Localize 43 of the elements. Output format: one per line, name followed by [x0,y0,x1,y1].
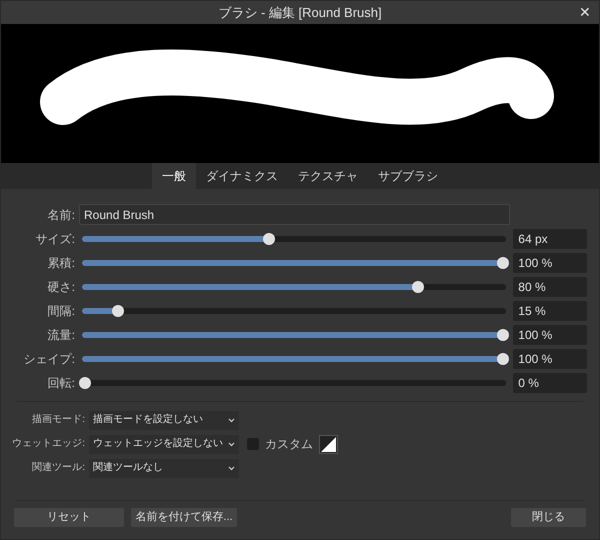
dialog-button[interactable]: 名前を付けて保存... [131,508,237,527]
slider-thumb[interactable] [79,377,91,389]
value-field[interactable]: 100 % [513,325,587,345]
dropdown[interactable]: 描画モードを設定しない [89,410,239,430]
window-title: ブラシ - 編集 [Round Brush] [218,4,382,22]
dialog-button[interactable]: リセット [14,508,124,527]
dialog-button[interactable]: 閉じる [511,508,586,527]
field-label: 間隔: [46,305,75,317]
field-label: 流量: [46,329,75,341]
tab[interactable]: ダイナミクス [196,163,288,189]
tab[interactable]: 一般 [152,163,196,189]
field-label: 関連ツール: [31,463,85,473]
field-label: ウェットエッジ: [11,439,85,449]
value-field[interactable]: 80 % [513,277,587,297]
field-label: サイズ: [34,233,75,245]
field-label: 回転: [46,377,75,389]
value-field[interactable]: 15 % [513,301,587,321]
dropdown[interactable]: 関連ツールなし [89,458,239,478]
name-field[interactable]: Round Brush [79,204,510,225]
slider-thumb[interactable] [497,353,510,365]
value-field[interactable]: 100 % [513,349,587,369]
slider-thumb[interactable] [497,329,510,341]
field-label: 累積: [46,257,75,269]
slider-thumb[interactable] [412,281,424,293]
value-field[interactable]: 0 % [513,373,587,393]
tab[interactable]: サブブラシ [368,163,448,189]
slider-thumb[interactable] [263,233,276,245]
field-label: 描画モード: [31,415,85,425]
value-field[interactable]: 100 % [513,253,587,273]
field-label: シェイプ: [22,353,75,365]
caret-icon [228,442,235,446]
caret-icon [228,466,235,470]
field-label: 名前: [46,208,75,220]
field-label: 硬さ: [46,281,75,293]
slider-thumb[interactable] [497,257,510,269]
value-field[interactable]: 64 px [513,229,587,249]
close-button[interactable]: ✕ [577,3,593,21]
tab[interactable]: テクスチャ [288,163,368,189]
checkbox-label: カスタム [265,436,313,453]
caret-icon [228,418,235,422]
edge-swatch-icon[interactable] [319,434,338,454]
dropdown[interactable]: ウェットエッジを設定しない [89,434,239,454]
slider-thumb[interactable] [112,305,124,317]
